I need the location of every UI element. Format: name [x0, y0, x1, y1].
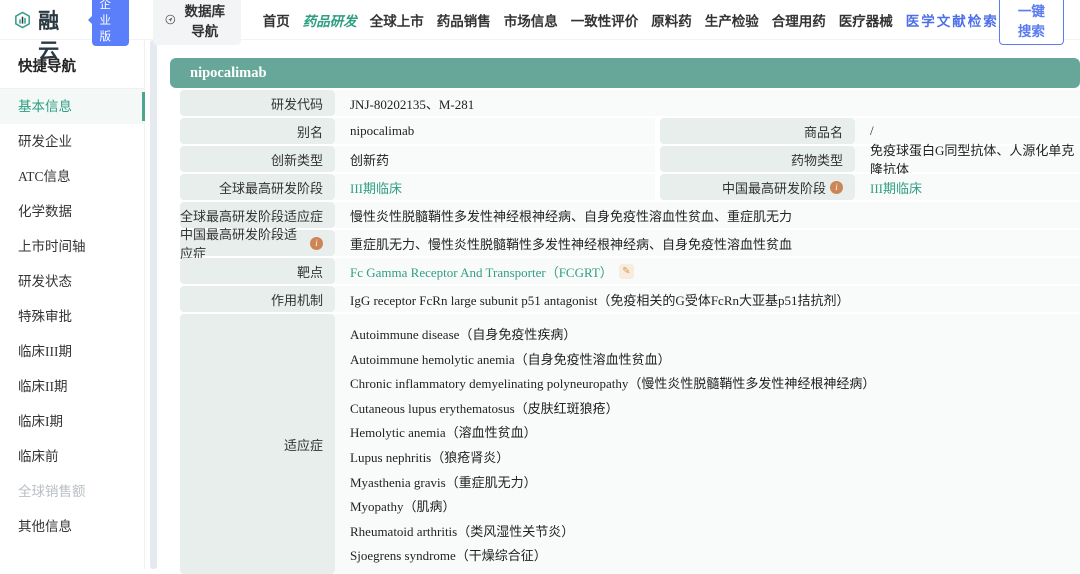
field-value-dev-code: JNJ-80202135、M-281	[335, 90, 1080, 116]
field-row-innovation-drugtype: 创新类型 创新药 药物类型 免疫球蛋白G同型抗体、人源化单克隆抗体	[170, 146, 1080, 172]
nav-item-home[interactable]: 首页	[263, 10, 290, 30]
field-label-drug-type: 药物类型	[660, 146, 855, 172]
field-row-moa: 作用机制 IgG receptor FcRn large subunit p51…	[170, 286, 1080, 312]
field-label-china-stage-indications: 中国最高研发阶段适应症 i	[180, 230, 335, 256]
topbar: 药融云 企业版 数据库导航 首页 药品研发 全球上市 药品销售 市场信息 一致性…	[0, 0, 1080, 40]
sidebar-item-chemical-data[interactable]: 化学数据	[0, 194, 144, 229]
sidebar-item-atc-info[interactable]: ATC信息	[0, 159, 144, 194]
nav-item-drug-rd[interactable]: 药品研发	[303, 10, 357, 30]
sidebar-item-rd-company[interactable]: 研发企业	[0, 124, 144, 159]
indication-item: Lupus nephritis（狼疮肾炎）	[350, 446, 1080, 471]
database-nav-button[interactable]: 数据库导航	[153, 0, 241, 45]
sidebar-item-special-approval[interactable]: 特殊审批	[0, 299, 144, 334]
field-value-china-stage: III期临床	[855, 174, 1080, 200]
field-value-drug-type: 免疫球蛋白G同型抗体、人源化单克隆抗体	[855, 146, 1080, 172]
nav-item-api[interactable]: 原料药	[651, 10, 692, 30]
field-value-alias: nipocalimab	[335, 118, 655, 144]
sidebar-item-global-sales: 全球销售额	[0, 474, 144, 509]
target-detail-icon[interactable]: ✎	[619, 264, 634, 279]
sidebar-item-clinical-phase2[interactable]: 临床II期	[0, 369, 144, 404]
field-value-target: Fc Gamma Receptor And Transporter（FCGRT）…	[335, 258, 1080, 284]
indication-item: Myopathy（肌病）	[350, 495, 1080, 520]
field-value-china-stage-indications: 重症肌无力、慢性炎性脱髓鞘性多发性神经根神经病、自身免疫性溶血性贫血	[335, 230, 1080, 256]
nav-item-consistency-eval[interactable]: 一致性评价	[571, 10, 639, 30]
field-label-innovation-type: 创新类型	[180, 146, 335, 172]
indications-list: Autoimmune disease（自身免疫性疾病） Autoimmune h…	[335, 314, 1080, 574]
info-icon[interactable]: i	[310, 237, 323, 250]
one-click-search-button[interactable]: 一键搜索	[999, 0, 1064, 45]
target-link[interactable]: Fc Gamma Receptor And Transporter（FCGRT）	[350, 262, 613, 281]
sidebar-item-basic-info[interactable]: 基本信息	[0, 89, 144, 124]
indication-item: Hemolytic anemia（溶血性贫血）	[350, 421, 1080, 446]
drug-name-title: nipocalimab	[190, 65, 267, 81]
sidebar-item-other-info[interactable]: 其他信息	[0, 509, 144, 544]
field-label-moa: 作用机制	[180, 286, 335, 312]
field-row-dev-code: 研发代码 JNJ-80202135、M-281	[170, 90, 1080, 116]
field-label-alias: 别名	[180, 118, 335, 144]
nav-item-production-inspection[interactable]: 生产检验	[705, 10, 759, 30]
enterprise-badge: 企业版	[92, 0, 129, 46]
field-label-china-stage: 中国最高研发阶段 i	[660, 174, 855, 200]
field-row-global-stage-indications: 全球最高研发阶段适应症 慢性炎性脱髓鞘性多发性神经根神经病、自身免疫性溶血性贫血…	[170, 202, 1080, 228]
drug-detail-panel: nipocalimab 研发代码 JNJ-80202135、M-281 别名 n…	[170, 40, 1080, 569]
sidebar-item-launch-timeline[interactable]: 上市时间轴	[0, 229, 144, 264]
field-value-global-stage: III期临床	[335, 174, 655, 200]
field-label-target: 靶点	[180, 258, 335, 284]
indication-item: Autoimmune hemolytic anemia（自身免疫性溶血性贫血）	[350, 348, 1080, 373]
sidebar: 快捷导航 基本信息 研发企业 ATC信息 化学数据 上市时间轴 研发状态 特殊审…	[0, 40, 145, 569]
field-label-indications: 适应症	[180, 314, 335, 574]
indication-item: Rheumatoid arthritis（类风湿性关节炎）	[350, 520, 1080, 545]
field-row-target: 靶点 Fc Gamma Receptor And Transporter（FCG…	[170, 258, 1080, 284]
sidebar-item-rd-status[interactable]: 研发状态	[0, 264, 144, 299]
sidebar-item-clinical-phase1[interactable]: 临床I期	[0, 404, 144, 439]
nav-item-medical-devices[interactable]: 医疗器械	[839, 10, 893, 30]
field-label-dev-code: 研发代码	[180, 90, 335, 116]
indication-item: Chronic inflammatory demyelinating polyn…	[350, 372, 1080, 397]
nav-item-market-info[interactable]: 市场信息	[504, 10, 558, 30]
field-row-china-stage-indications: 中国最高研发阶段适应症 i 重症肌无力、慢性炎性脱髓鞘性多发性神经根神经病、自身…	[170, 230, 1080, 256]
field-label-trade-name: 商品名	[660, 118, 855, 144]
field-row-indications: 适应症 Autoimmune disease（自身免疫性疾病） Autoimmu…	[170, 314, 1080, 574]
field-value-innovation-type: 创新药	[335, 146, 655, 172]
section-header: nipocalimab	[170, 58, 1080, 88]
compass-send-icon	[165, 12, 176, 27]
database-nav-label: 数据库导航	[181, 0, 229, 40]
indication-item: Autoimmune disease（自身免疫性疾病）	[350, 323, 1080, 348]
indication-item: Cutaneous lupus erythematosus（皮肤红斑狼疮）	[350, 397, 1080, 422]
main-nav: 首页 药品研发 全球上市 药品销售 市场信息 一致性评价 原料药 生产检验 合理…	[263, 10, 999, 30]
logo-text: 药融云	[38, 0, 81, 65]
field-label-global-stage: 全球最高研发阶段	[180, 174, 335, 200]
field-value-moa: IgG receptor FcRn large subunit p51 anta…	[335, 286, 1080, 312]
sidebar-item-preclinical[interactable]: 临床前	[0, 439, 144, 474]
nav-item-medical-literature-search[interactable]: 医学文献检索	[906, 10, 999, 30]
nav-item-global-launch[interactable]: 全球上市	[370, 10, 424, 30]
indication-item: Sjoegrens syndrome（干燥综合征）	[350, 544, 1080, 569]
nav-item-drug-sales[interactable]: 药品销售	[437, 10, 491, 30]
sidebar-item-clinical-phase3[interactable]: 临床III期	[0, 334, 144, 369]
logo-hexagon-chart-icon	[14, 7, 31, 33]
indication-item: Myasthenia gravis（重症肌无力）	[350, 471, 1080, 496]
nav-item-rational-drug-use[interactable]: 合理用药	[772, 10, 826, 30]
logo[interactable]: 药融云 企业版	[14, 0, 129, 65]
field-row-highest-stage: 全球最高研发阶段 III期临床 中国最高研发阶段 i III期临床	[170, 174, 1080, 200]
info-icon[interactable]: i	[830, 181, 843, 194]
sidebar-scrollbar[interactable]	[150, 40, 157, 569]
field-value-global-stage-indications: 慢性炎性脱髓鞘性多发性神经根神经病、自身免疫性溶血性贫血、重症肌无力	[335, 202, 1080, 228]
